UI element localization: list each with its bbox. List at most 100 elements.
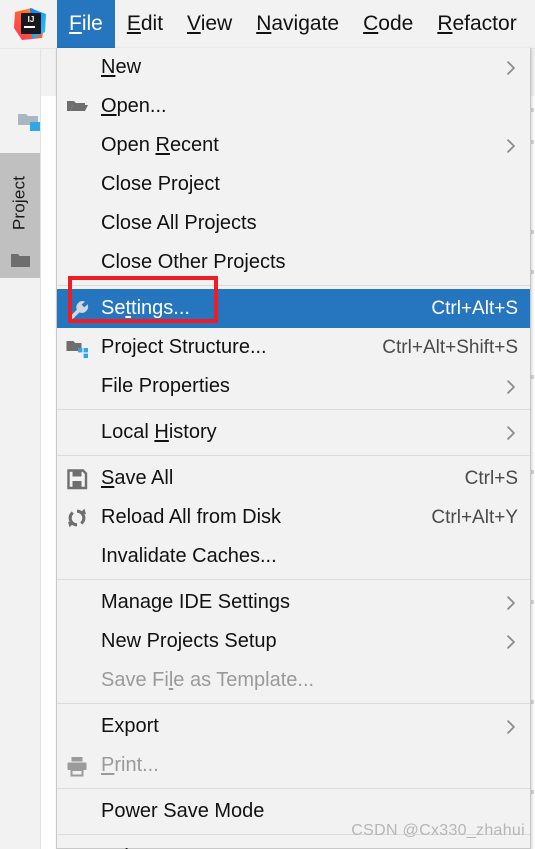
menu-item-label: New (101, 56, 142, 78)
menubar-item-file-rest: ile (81, 12, 103, 35)
menu-item-new-projects-setup[interactable]: New Projects Setup (57, 622, 530, 661)
menu-item-label: Open Recent (101, 134, 219, 156)
menubar-item-view-rest: iew (200, 12, 233, 35)
save-icon-wrapper (64, 467, 90, 491)
mnemonic-underline: H (154, 421, 169, 443)
menu-item-label: Reload All from Disk (101, 506, 282, 528)
menubar-item-file-mnemonic: F (69, 12, 82, 35)
menu-item-open-recent[interactable]: Open Recent (57, 126, 530, 165)
project-folder-icon (18, 114, 40, 131)
menu-item-export[interactable]: Export (57, 707, 530, 746)
menubar-item-navigate[interactable]: Navigate (244, 0, 351, 48)
menu-bar: IJ File Edit View Navigate Code Refactor (0, 0, 535, 49)
menubar-item-refactor[interactable]: Refactor (425, 0, 528, 48)
left-tool-window-strip: Project (0, 48, 41, 849)
ide-window: Project IJ File Edit View Navigate Code … (0, 0, 535, 849)
printer-icon-wrapper (64, 754, 90, 778)
menu-item-project-structure[interactable]: Project Structure... Ctrl+Alt+Shift+S (57, 328, 530, 367)
wrench-icon-wrapper (64, 297, 90, 321)
menu-separator (57, 703, 530, 704)
menubar-item-refactor-rest: efactor (452, 12, 517, 35)
chevron-right-icon (507, 595, 515, 610)
printer-icon (67, 756, 87, 776)
menu-item-label: Settings... (101, 297, 190, 319)
menu-item-shortcut: Ctrl+Alt+Shift+S (382, 336, 518, 358)
chevron-right-icon (507, 138, 515, 153)
menu-item-close-project[interactable]: Close Project (57, 165, 530, 204)
menu-item-save-all[interactable]: Save All Ctrl+S (57, 459, 530, 498)
save-icon (67, 468, 88, 489)
menu-item-label: Save File as Template... (101, 669, 315, 691)
menu-separator (57, 579, 530, 580)
menu-item-label: Local History (101, 421, 217, 443)
chevron-right-icon (507, 379, 515, 394)
menu-item-open[interactable]: Open... (57, 87, 530, 126)
chevron-right-icon (507, 60, 515, 75)
menu-item-shortcut: Ctrl+Alt+S (431, 297, 518, 319)
menu-item-save-file-as-template: Save File as Template... (57, 661, 530, 700)
folder-icon (11, 254, 30, 267)
sidebar-item-project[interactable]: Project (0, 153, 40, 278)
file-menu-popup: New Open... Open Recent Close Project Close … (56, 48, 531, 849)
menubar-item-refactor-mnemonic: R (437, 12, 453, 35)
menu-item-label: Invalidate Caches... (101, 545, 277, 567)
mnemonic-underline: N (101, 56, 116, 78)
menu-item-reload-all-from-disk[interactable]: Reload All from Disk Ctrl+Alt+Y (57, 498, 530, 537)
menu-item-label: Close Other Projects (101, 251, 286, 273)
chevron-right-icon (507, 634, 515, 649)
menubar-item-file[interactable]: File (57, 0, 115, 48)
folder-open-icon-wrapper (64, 95, 90, 119)
menu-item-invalidate-caches[interactable]: Invalidate Caches... (57, 537, 530, 576)
mnemonic-underline: R (155, 134, 170, 156)
sidebar-item-label: Project (9, 175, 29, 231)
intellij-idea-logo-icon[interactable]: IJ (12, 6, 48, 42)
menu-item-label: Print... (101, 754, 159, 776)
folder-open-icon (67, 100, 88, 111)
menu-separator (57, 285, 530, 286)
menubar-item-code-rest: ode (378, 12, 414, 35)
menu-item-label: Power Save Mode (101, 800, 265, 822)
reload-icon-wrapper (64, 506, 90, 530)
menubar-item-view[interactable]: View (175, 0, 244, 48)
menu-separator (57, 409, 530, 410)
menu-item-manage-ide-settings[interactable]: Manage IDE Settings (57, 583, 530, 622)
watermark-text: CSDN @Cx330_zhahui (351, 822, 525, 839)
menubar-item-code[interactable]: Code (351, 0, 425, 48)
mnemonic-underline: t (125, 297, 132, 319)
wrench-icon (68, 300, 89, 321)
menu-item-file-properties[interactable]: File Properties (57, 367, 530, 406)
menubar-item-edit[interactable]: Edit (115, 0, 175, 48)
menubar-item-edit-mnemonic: E (126, 12, 141, 35)
menu-item-close-all-projects[interactable]: Close All Projects (57, 204, 530, 243)
menu-item-label: Save All (101, 467, 174, 489)
menu-separator (57, 788, 530, 789)
project-structure-icon-wrapper (64, 336, 90, 360)
menu-item-new[interactable]: New (57, 48, 530, 87)
menu-item-shortcut: Ctrl+Alt+Y (431, 506, 518, 528)
menu-item-label: Manage IDE Settings (101, 591, 290, 613)
svg-text:IJ: IJ (28, 15, 35, 24)
menu-item-label: New Projects Setup (101, 630, 277, 652)
project-structure-icon (66, 340, 88, 358)
menu-separator (57, 455, 530, 456)
menubar-item-navigate-mnemonic: N (256, 12, 272, 35)
menu-item-label: File Properties (101, 375, 230, 397)
mnemonic-underline: S (101, 467, 115, 489)
mnemonic-underline: P (101, 754, 115, 776)
reload-icon (68, 508, 86, 527)
menu-item-close-other-projects[interactable]: Close Other Projects (57, 243, 530, 282)
chevron-right-icon (507, 719, 515, 734)
menu-item-settings[interactable]: Settings... Ctrl+Alt+S (57, 289, 530, 328)
menu-item-print: Print... (57, 746, 530, 785)
menubar-item-code-mnemonic: C (363, 12, 379, 35)
menu-item-label: Open... (101, 95, 167, 117)
menu-item-label: Close All Projects (101, 212, 257, 234)
menu-item-label: Export (101, 715, 159, 737)
menubar-item-view-mnemonic: V (187, 12, 201, 35)
menu-item-shortcut: Ctrl+S (464, 467, 518, 489)
menubar-item-navigate-rest: avigate (271, 12, 340, 35)
menubar-item-edit-rest: dit (140, 12, 164, 35)
menu-item-label: Close Project (101, 173, 220, 195)
chevron-right-icon (507, 425, 515, 440)
menu-item-local-history[interactable]: Local History (57, 413, 530, 452)
